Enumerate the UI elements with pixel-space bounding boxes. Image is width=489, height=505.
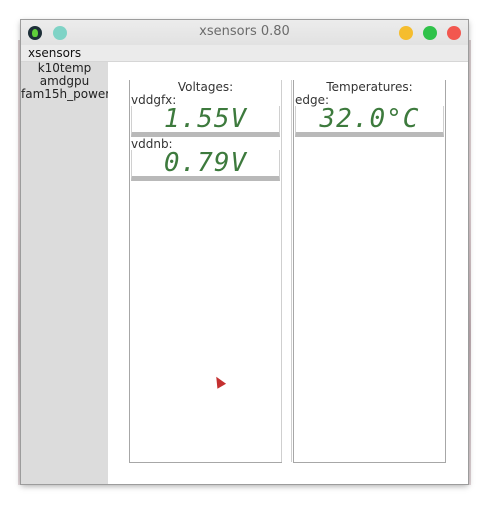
sensor-vddnb: vddnb: 0.79V <box>130 138 281 181</box>
menu-bar: xsensors <box>21 45 468 62</box>
app-window: xsensors 0.80 xsensors k10temp amdgpu fa… <box>21 20 468 484</box>
close-button[interactable] <box>447 26 461 40</box>
sidebar: k10temp amdgpu fam15h_power <box>21 62 110 484</box>
sensor-vddgfx: vddgfx: 1.55V <box>130 94 281 137</box>
sensor-edge: edge: 32.0°C <box>294 94 445 137</box>
voltages-panel: Voltages: vddgfx: 1.55V vddnb: 0.79V <box>129 80 282 463</box>
sensor-lcd-readout: 0.79V <box>131 150 280 181</box>
minimize-button[interactable] <box>399 26 413 40</box>
desktop-edge-right <box>468 40 471 485</box>
title-bar[interactable]: xsensors 0.80 <box>21 20 468 45</box>
panel-divider <box>281 80 292 462</box>
sensor-content: Voltages: vddgfx: 1.55V vddnb: 0.79V Tem… <box>108 62 468 484</box>
maximize-button[interactable] <box>423 26 437 40</box>
sensor-lcd-readout: 1.55V <box>131 106 280 137</box>
temperatures-panel: Temperatures: edge: 32.0°C <box>293 80 446 463</box>
menu-xsensors[interactable]: xsensors <box>28 45 81 61</box>
sidebar-item-fam15h-power[interactable]: fam15h_power <box>21 88 110 101</box>
sensor-lcd-readout: 32.0°C <box>295 106 444 137</box>
